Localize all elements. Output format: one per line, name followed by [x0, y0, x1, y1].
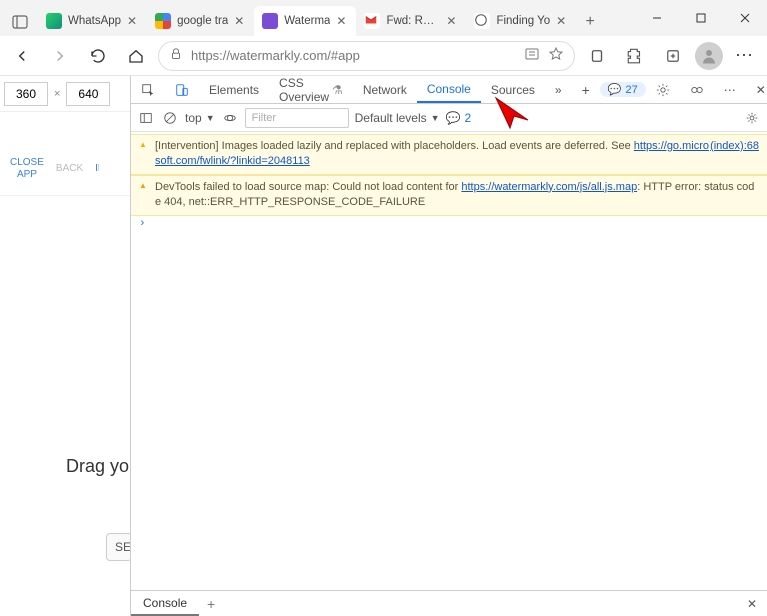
google-icon	[155, 13, 171, 29]
shield-icon	[262, 13, 278, 29]
tab-whatsapp[interactable]: WhatsApp ✕	[38, 6, 147, 36]
select-images-button[interactable]: SE	[106, 533, 132, 561]
devtools-tabbar: Elements CSS Overview ⚗ Network Console …	[131, 76, 767, 104]
tab-strip: WhatsApp ✕ google tra ✕ Waterma ✕ Fwd: R…	[0, 0, 635, 36]
tab-label: Waterma	[284, 15, 330, 27]
drag-drop-text: Drag yo	[0, 456, 130, 477]
new-tab-button[interactable]: +	[576, 8, 604, 36]
page-viewport: × CLOSE APP BACK IM Drag yo SE	[0, 76, 130, 616]
console-prompt[interactable]: ›	[131, 216, 767, 232]
viewport-width-input[interactable]	[4, 82, 48, 106]
issues-badge[interactable]: 💬27	[600, 82, 646, 97]
inspect-element-button[interactable]	[131, 76, 165, 103]
message-source-link[interactable]: (index):68	[710, 139, 759, 154]
settings-button[interactable]	[646, 76, 680, 103]
extensions-icon[interactable]	[619, 40, 651, 72]
tab-sources[interactable]: Sources	[481, 76, 545, 103]
tab-gmail[interactable]: Fwd: Re: C ✕	[356, 6, 466, 36]
window-titlebar: WhatsApp ✕ google tra ✕ Waterma ✕ Fwd: R…	[0, 0, 767, 36]
close-icon[interactable]: ✕	[444, 14, 458, 28]
drawer-close-button[interactable]: ✕	[737, 597, 767, 611]
tab-label: Finding Yo	[496, 15, 550, 27]
chevron-down-icon: ▼	[206, 113, 215, 123]
flask-icon: ⚗	[332, 83, 343, 97]
tab-google[interactable]: google tra ✕	[147, 6, 254, 36]
more-tabs-button[interactable]: »	[545, 76, 572, 103]
tab-console[interactable]: Console	[417, 76, 481, 103]
console-settings-button[interactable]	[743, 109, 761, 127]
url-box[interactable]: https://watermarkly.com/#app	[158, 41, 575, 71]
close-icon[interactable]: ✕	[232, 14, 246, 28]
tab-watermarkly[interactable]: Waterma ✕	[254, 6, 356, 36]
close-icon[interactable]: ✕	[554, 14, 568, 28]
size-separator: ×	[54, 88, 60, 100]
sidebar-toggle-button[interactable]	[137, 109, 155, 127]
minimize-button[interactable]	[635, 0, 679, 36]
chevron-down-icon: ▼	[431, 113, 440, 123]
console-output: (index):68 [Intervention] Images loaded …	[131, 132, 767, 590]
console-toolbar: top▼ Filter Default levels▼ 💬2	[131, 104, 767, 132]
viewport-height-input[interactable]	[66, 82, 110, 106]
back-app-button[interactable]: BACK	[52, 157, 87, 181]
viewport-size: ×	[0, 76, 130, 112]
context-selector[interactable]: top▼	[185, 111, 215, 125]
issue-icon: 💬	[608, 83, 622, 96]
address-bar: https://watermarkly.com/#app ⋯	[0, 36, 767, 76]
window-controls	[635, 0, 767, 36]
favorite-icon[interactable]	[548, 46, 564, 65]
reader-icon[interactable]	[524, 46, 540, 65]
whatsapp-icon	[46, 13, 62, 29]
url-text: https://watermarkly.com/#app	[191, 48, 516, 63]
message-link[interactable]: https://watermarkly.com/js/all.js.map	[461, 181, 637, 193]
collections-icon[interactable]	[657, 40, 689, 72]
drawer-add-tab[interactable]: +	[199, 596, 223, 612]
maximize-button[interactable]	[679, 0, 723, 36]
drawer-tab-console[interactable]: Console	[131, 591, 199, 616]
close-icon[interactable]: ✕	[125, 14, 139, 28]
back-button[interactable]	[6, 40, 38, 72]
filter-input[interactable]: Filter	[245, 108, 349, 128]
tab-label: WhatsApp	[68, 15, 121, 27]
tab-network[interactable]: Network	[353, 76, 417, 103]
tab-label: google tra	[177, 15, 228, 27]
tab-label: Fwd: Re: C	[386, 15, 440, 27]
gmail-icon	[364, 13, 380, 29]
profile-avatar[interactable]	[695, 42, 723, 70]
tab-elements[interactable]: Elements	[199, 76, 269, 103]
close-devtools-button[interactable]: ✕	[746, 76, 767, 103]
im-button[interactable]: IM	[91, 157, 99, 181]
issue-count[interactable]: 💬2	[446, 111, 472, 125]
tab-actions-button[interactable]	[6, 8, 34, 36]
close-icon[interactable]: ✕	[334, 14, 348, 28]
log-levels-selector[interactable]: Default levels▼	[355, 111, 440, 125]
lock-icon	[169, 47, 183, 64]
page-icon	[474, 13, 490, 29]
feedback-button[interactable]	[680, 76, 714, 103]
tab-css-overview[interactable]: CSS Overview ⚗	[269, 76, 353, 103]
devtools-drawer: Console + ✕	[131, 590, 767, 616]
home-button[interactable]	[120, 40, 152, 72]
menu-button[interactable]: ⋯	[729, 40, 761, 72]
tab-finding[interactable]: Finding Yo ✕	[466, 6, 576, 36]
issue-dot-icon: 💬	[446, 111, 461, 125]
refresh-button[interactable]	[82, 40, 114, 72]
close-button[interactable]	[723, 0, 767, 36]
console-warning[interactable]: DevTools failed to load source map: Coul…	[131, 175, 767, 216]
live-expression-button[interactable]	[221, 109, 239, 127]
toggle-device-button[interactable]	[165, 76, 199, 103]
devtools-panel: Elements CSS Overview ⚗ Network Console …	[130, 76, 767, 616]
devtools-menu-button[interactable]: ⋯	[714, 76, 746, 103]
new-tab-button[interactable]: +	[572, 76, 600, 103]
clear-console-button[interactable]	[161, 109, 179, 127]
console-warning[interactable]: (index):68 [Intervention] Images loaded …	[131, 134, 767, 175]
tracking-icon[interactable]	[581, 40, 613, 72]
forward-button[interactable]	[44, 40, 76, 72]
close-app-button[interactable]: CLOSE APP	[6, 151, 48, 187]
